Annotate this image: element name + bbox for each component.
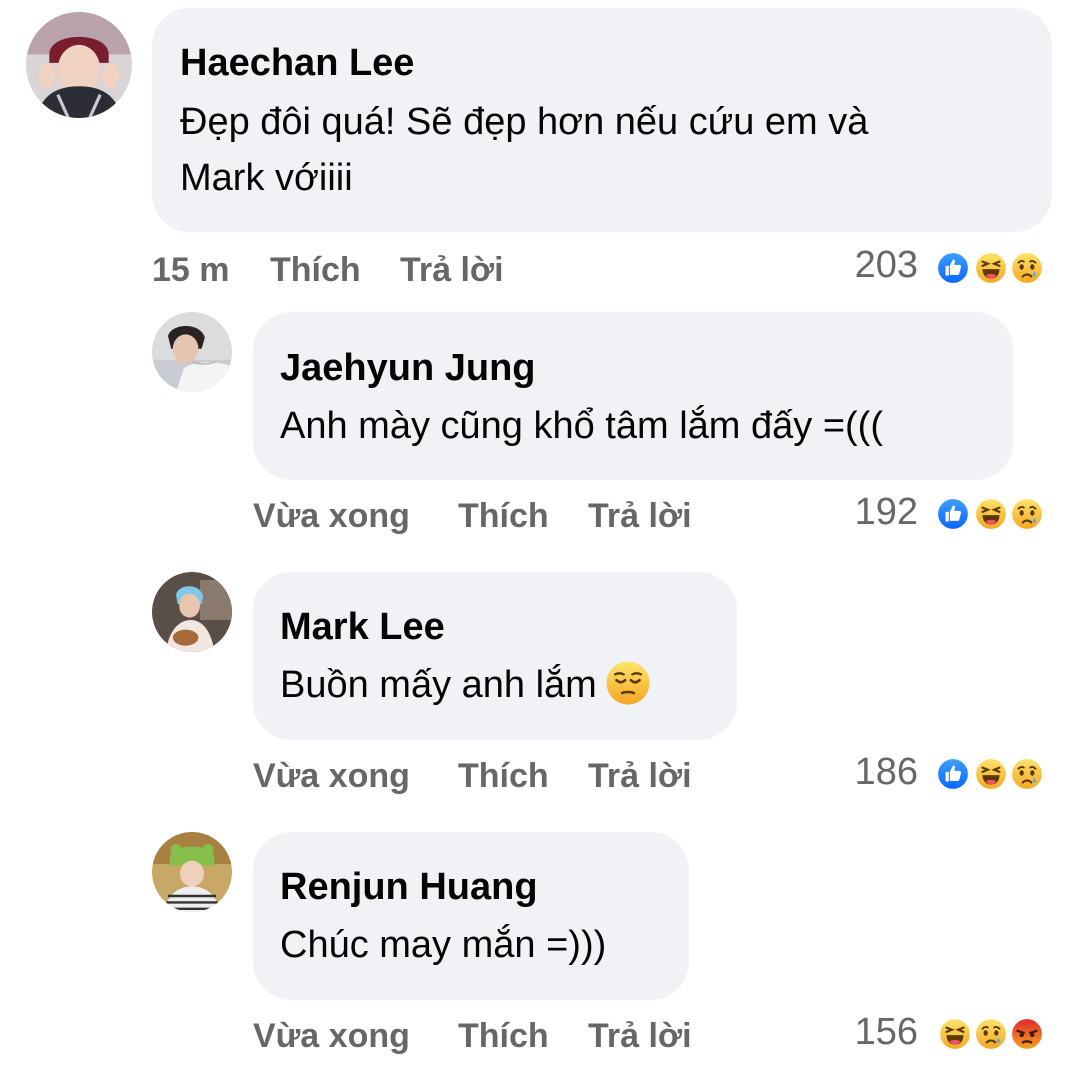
haha-icon[interactable] bbox=[974, 251, 1008, 285]
comment-bubble bbox=[253, 312, 1013, 480]
avatar[interactable] bbox=[26, 12, 132, 118]
avatar-photo-icon bbox=[152, 572, 232, 652]
comment-author[interactable]: Renjun Huang bbox=[280, 864, 538, 910]
reaction-count[interactable]: 156 bbox=[798, 1010, 918, 1054]
sad-icon[interactable] bbox=[974, 1017, 1008, 1051]
reaction-count[interactable]: 192 bbox=[798, 490, 918, 534]
haha-icon[interactable] bbox=[974, 497, 1008, 531]
avatar[interactable] bbox=[152, 312, 232, 392]
comment-time[interactable]: Vừa xong bbox=[253, 496, 410, 536]
comment-author[interactable]: Jaehyun Jung bbox=[280, 345, 536, 391]
like-icon[interactable] bbox=[936, 251, 970, 285]
avatar-photo-icon bbox=[26, 12, 132, 118]
like-button[interactable]: Thích bbox=[458, 496, 549, 536]
comment-text: Anh mày cũng khổ tâm lắm đấy =((( bbox=[280, 405, 883, 447]
sad-icon[interactable] bbox=[1010, 251, 1044, 285]
avatar[interactable] bbox=[152, 832, 232, 912]
avatar-photo-icon bbox=[152, 832, 232, 912]
comment-time[interactable]: 15 m bbox=[152, 250, 230, 290]
comment-bubble bbox=[253, 572, 737, 740]
comment-text: Chúc may mắn =))) bbox=[280, 924, 607, 966]
reply-button[interactable]: Trả lời bbox=[588, 756, 692, 796]
comment-author[interactable]: Mark Lee bbox=[280, 604, 445, 650]
like-button[interactable]: Thích bbox=[458, 1016, 549, 1056]
comment-bubble bbox=[253, 832, 689, 1000]
avatar-photo-icon bbox=[152, 312, 232, 392]
avatar[interactable] bbox=[152, 572, 232, 652]
reply-button[interactable]: Trả lời bbox=[588, 1016, 692, 1056]
pensive-face-icon bbox=[606, 661, 650, 705]
comment-time[interactable]: Vừa xong bbox=[253, 1016, 410, 1056]
like-button[interactable]: Thích bbox=[270, 250, 361, 290]
angry-icon[interactable] bbox=[1010, 1017, 1044, 1051]
comment-text: Buồn mấy anh lắm bbox=[280, 664, 597, 706]
comment-time[interactable]: Vừa xong bbox=[253, 756, 410, 796]
reply-button[interactable]: Trả lời bbox=[400, 250, 504, 290]
sad-icon[interactable] bbox=[1010, 497, 1044, 531]
comment-text-container: Buồn mấy anh lắm bbox=[280, 658, 651, 712]
reaction-count[interactable]: 186 bbox=[798, 750, 918, 794]
reply-button[interactable]: Trả lời bbox=[588, 496, 692, 536]
like-icon[interactable] bbox=[936, 497, 970, 531]
comment-author[interactable]: Haechan Lee bbox=[180, 40, 414, 86]
haha-icon[interactable] bbox=[938, 1017, 972, 1051]
like-icon[interactable] bbox=[936, 757, 970, 791]
haha-icon[interactable] bbox=[974, 757, 1008, 791]
comment-text-line-2: Mark vớiiii bbox=[180, 157, 353, 199]
like-button[interactable]: Thích bbox=[458, 756, 549, 796]
comment-text-line-1: Đẹp đôi quá! Sẽ đẹp hơn nếu cứu em và bbox=[180, 101, 869, 143]
reaction-count[interactable]: 203 bbox=[798, 243, 918, 287]
sad-icon[interactable] bbox=[1010, 757, 1044, 791]
